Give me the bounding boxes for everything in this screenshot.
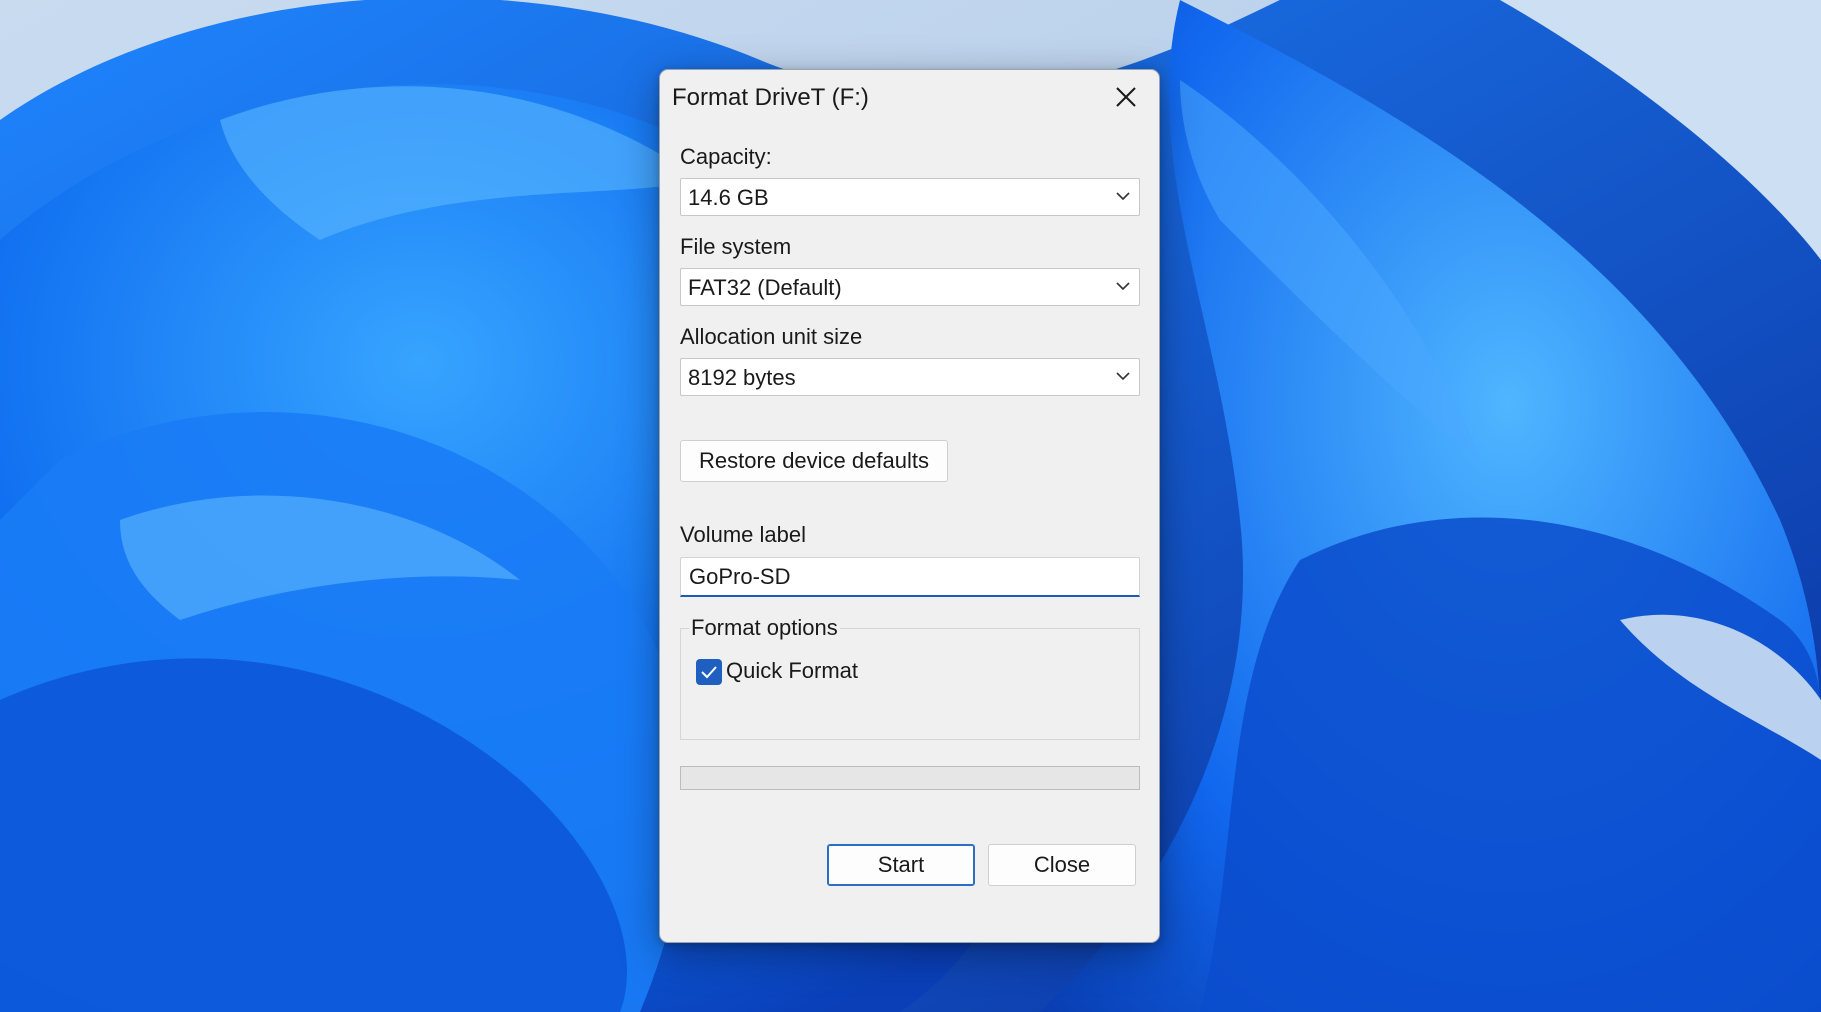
chevron-down-icon <box>1116 282 1130 291</box>
file-system-value: FAT32 (Default) <box>688 275 842 300</box>
close-window-button[interactable] <box>1103 76 1149 118</box>
dialog-title: Format DriveT (F:) <box>672 84 869 111</box>
volume-label-label: Volume label <box>680 522 806 547</box>
capacity-dropdown[interactable]: 14.6 GB <box>680 178 1140 216</box>
close-icon <box>1116 87 1136 107</box>
title-bar[interactable]: Format DriveT (F:) <box>660 70 1159 126</box>
capacity-label: Capacity: <box>680 144 772 169</box>
file-system-label: File system <box>680 234 792 259</box>
format-options-group <box>680 628 1140 740</box>
checkmark-icon <box>701 666 717 679</box>
format-progress-bar <box>680 766 1140 790</box>
quick-format-label[interactable]: Quick Format <box>726 658 858 684</box>
close-button[interactable]: Close <box>988 844 1136 886</box>
chevron-down-icon <box>1116 372 1130 381</box>
format-dialog: Format DriveT (F:) Capacity: 14.6 GB Fil… <box>659 69 1160 943</box>
volume-label-input[interactable] <box>689 562 1129 592</box>
allocation-unit-dropdown[interactable]: 8192 bytes <box>680 358 1140 396</box>
start-button[interactable]: Start <box>827 844 975 886</box>
capacity-value: 14.6 GB <box>688 185 769 210</box>
volume-label-field[interactable] <box>680 557 1140 597</box>
quick-format-checkbox[interactable] <box>696 659 722 685</box>
chevron-down-icon <box>1116 192 1130 201</box>
format-options-legend: Format options <box>689 615 840 641</box>
restore-defaults-button[interactable]: Restore device defaults <box>680 440 948 482</box>
file-system-dropdown[interactable]: FAT32 (Default) <box>680 268 1140 306</box>
allocation-unit-value: 8192 bytes <box>688 365 796 390</box>
allocation-unit-label: Allocation unit size <box>680 324 863 349</box>
